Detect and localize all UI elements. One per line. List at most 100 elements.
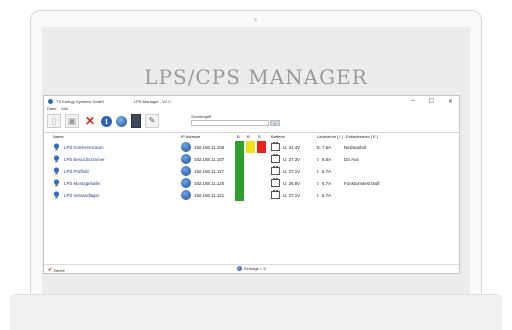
current-value: 6.7A — [322, 193, 332, 198]
status-indicator-1 — [235, 165, 244, 177]
battery-voltage: U: 27.1V — [283, 193, 301, 198]
delete-icon: ✕ — [84, 114, 96, 128]
pen-icon: ✎ — [148, 116, 156, 125]
current-direction: I: — [317, 181, 320, 186]
toolbar: ▯ ▣ ✕ i ✎ — [47, 113, 159, 129]
document-icon: ▯ — [51, 115, 57, 126]
delete-button[interactable]: ✕ — [83, 114, 97, 128]
column-header-battery[interactable]: Batterie — [271, 134, 285, 139]
lightbulb-icon — [53, 167, 60, 175]
status-indicator-2 — [246, 141, 255, 153]
search-button[interactable]: ⌕ — [270, 120, 280, 126]
current-value: 8.6A — [322, 157, 332, 162]
current-direction: I: — [317, 169, 320, 174]
app-title: TS Energy Systems GmbH — [56, 98, 105, 104]
hero-title: LPS/CPS MANAGER — [144, 65, 368, 89]
lightbulb-icon — [53, 191, 60, 199]
current-direction: I: — [317, 157, 320, 162]
battery-voltage: U: 27.1V — [283, 169, 301, 174]
search-block: Suchbegriff ⌕ — [191, 114, 280, 126]
table-row[interactable]: LPS Versandlager 192.168.11.121 U: 27.1V… — [44, 189, 459, 201]
minimize-button[interactable]: – — [411, 98, 414, 104]
info-icon: i — [105, 116, 108, 126]
status-message: Funktionstest läuft — [344, 181, 380, 186]
column-header-status2[interactable]: B — [247, 134, 250, 139]
globe-icon — [181, 154, 191, 164]
status-indicator-2 — [246, 153, 255, 165]
info-button[interactable]: i — [101, 115, 112, 127]
status-indicator-1 — [235, 153, 244, 165]
edit-button[interactable]: ▣ — [65, 114, 79, 128]
status-indicator-2 — [246, 165, 255, 177]
column-header-status1[interactable]: B — [237, 134, 240, 139]
status-message: Netzausfall — [344, 145, 366, 150]
column-header-name[interactable]: Name — [53, 134, 64, 139]
lightbulb-icon — [53, 143, 60, 151]
status-indicator-3 — [257, 141, 266, 153]
status-bar: ✔ Bereit Einträge = 5 — [44, 264, 459, 273]
device-list: LPS Konferenzraum 192.168.11.105 U: 24.4… — [44, 141, 459, 201]
menu-bar: Datei Info — [47, 106, 68, 112]
table-row[interactable]: LPS Besuchszimmer 192.168.11.107 U: 27.3… — [44, 153, 459, 165]
column-header-status3[interactable]: S — [258, 134, 261, 139]
app-subtitle: LPS-Manager - V2.0 — [134, 98, 171, 104]
device-name: LPS Versandlager — [64, 193, 100, 198]
new-document-button[interactable]: ▯ — [47, 114, 61, 128]
search-label: Suchbegriff — [191, 114, 212, 119]
lightbulb-icon — [53, 155, 60, 163]
battery-icon — [271, 142, 280, 151]
search-input[interactable] — [191, 120, 269, 126]
status-indicator-2 — [246, 189, 255, 201]
network-button[interactable] — [116, 115, 127, 127]
laptop-camera — [254, 18, 257, 21]
close-button[interactable]: ✕ — [448, 98, 453, 105]
table-row[interactable]: LPS Konferenzraum 192.168.11.105 U: 24.4… — [44, 141, 459, 153]
menu-item-datei[interactable]: Datei — [47, 106, 56, 112]
column-header-current[interactable]: Ladestrom [ ! ] - Entladestrom [ E ] — [317, 134, 378, 139]
device-ip: 192.168.11.120 — [194, 181, 225, 186]
laptop-base — [10, 294, 502, 330]
app-window: TS Energy Systems GmbH LPS-Manager - V2.… — [43, 95, 460, 274]
status-indicator-1 — [235, 189, 244, 201]
maximize-button[interactable]: ☐ — [429, 98, 434, 105]
status-indicator-3 — [257, 153, 266, 165]
title-bar: TS Energy Systems GmbH LPS-Manager - V2.… — [44, 96, 459, 106]
status-entries-text: Einträge = 5 — [244, 266, 266, 271]
table-row[interactable]: LPS Prüffeld 192.168.11.117 U: 27.1V I: … — [44, 165, 459, 177]
device-ip: 192.168.11.105 — [194, 145, 225, 150]
device-name: LPS Besuchszimmer — [64, 157, 105, 162]
current-value: 6.7A — [322, 169, 332, 174]
battery-icon — [271, 178, 280, 187]
device-button[interactable] — [131, 114, 141, 128]
globe-icon — [181, 190, 191, 200]
table-row[interactable]: LPS Montagehalle 192.168.11.120 U: 26.8V… — [44, 177, 459, 189]
battery-voltage: U: 26.8V — [283, 181, 301, 186]
search-row: ⌕ — [191, 120, 280, 126]
current-value: 6.7A — [322, 181, 332, 186]
current-direction: E: — [317, 145, 322, 150]
globe-icon — [181, 178, 191, 188]
app-logo-icon — [48, 98, 53, 104]
status-indicator-3 — [257, 165, 266, 177]
globe-icon — [181, 142, 191, 152]
battery-voltage: U: 27.3V — [283, 157, 301, 162]
table-header: Name IP Adresse B B S Batterie Ladestrom… — [44, 133, 459, 140]
status-indicator-2 — [246, 177, 255, 189]
settings-button[interactable]: ✎ — [145, 114, 159, 128]
globe-icon — [181, 166, 191, 176]
device-ip: 192.168.11.117 — [194, 169, 224, 174]
window-controls: – ☐ ✕ — [411, 96, 453, 106]
edit-icon: ▣ — [67, 115, 77, 126]
menu-item-info[interactable]: Info — [61, 106, 68, 112]
status-indicator-1 — [235, 141, 244, 153]
check-icon: ✔ — [48, 267, 53, 273]
current-value: 7.6A — [322, 145, 332, 150]
device-name: LPS Konferenzraum — [64, 145, 104, 150]
status-ready: ✔ Bereit — [48, 267, 65, 273]
status-ready-text: Bereit — [54, 267, 65, 273]
device-ip: 192.168.11.121 — [194, 193, 225, 198]
battery-icon — [271, 154, 280, 163]
status-entries: Einträge = 5 — [237, 266, 266, 271]
status-indicator-3 — [257, 177, 266, 189]
column-header-ip[interactable]: IP Adresse — [181, 134, 200, 139]
